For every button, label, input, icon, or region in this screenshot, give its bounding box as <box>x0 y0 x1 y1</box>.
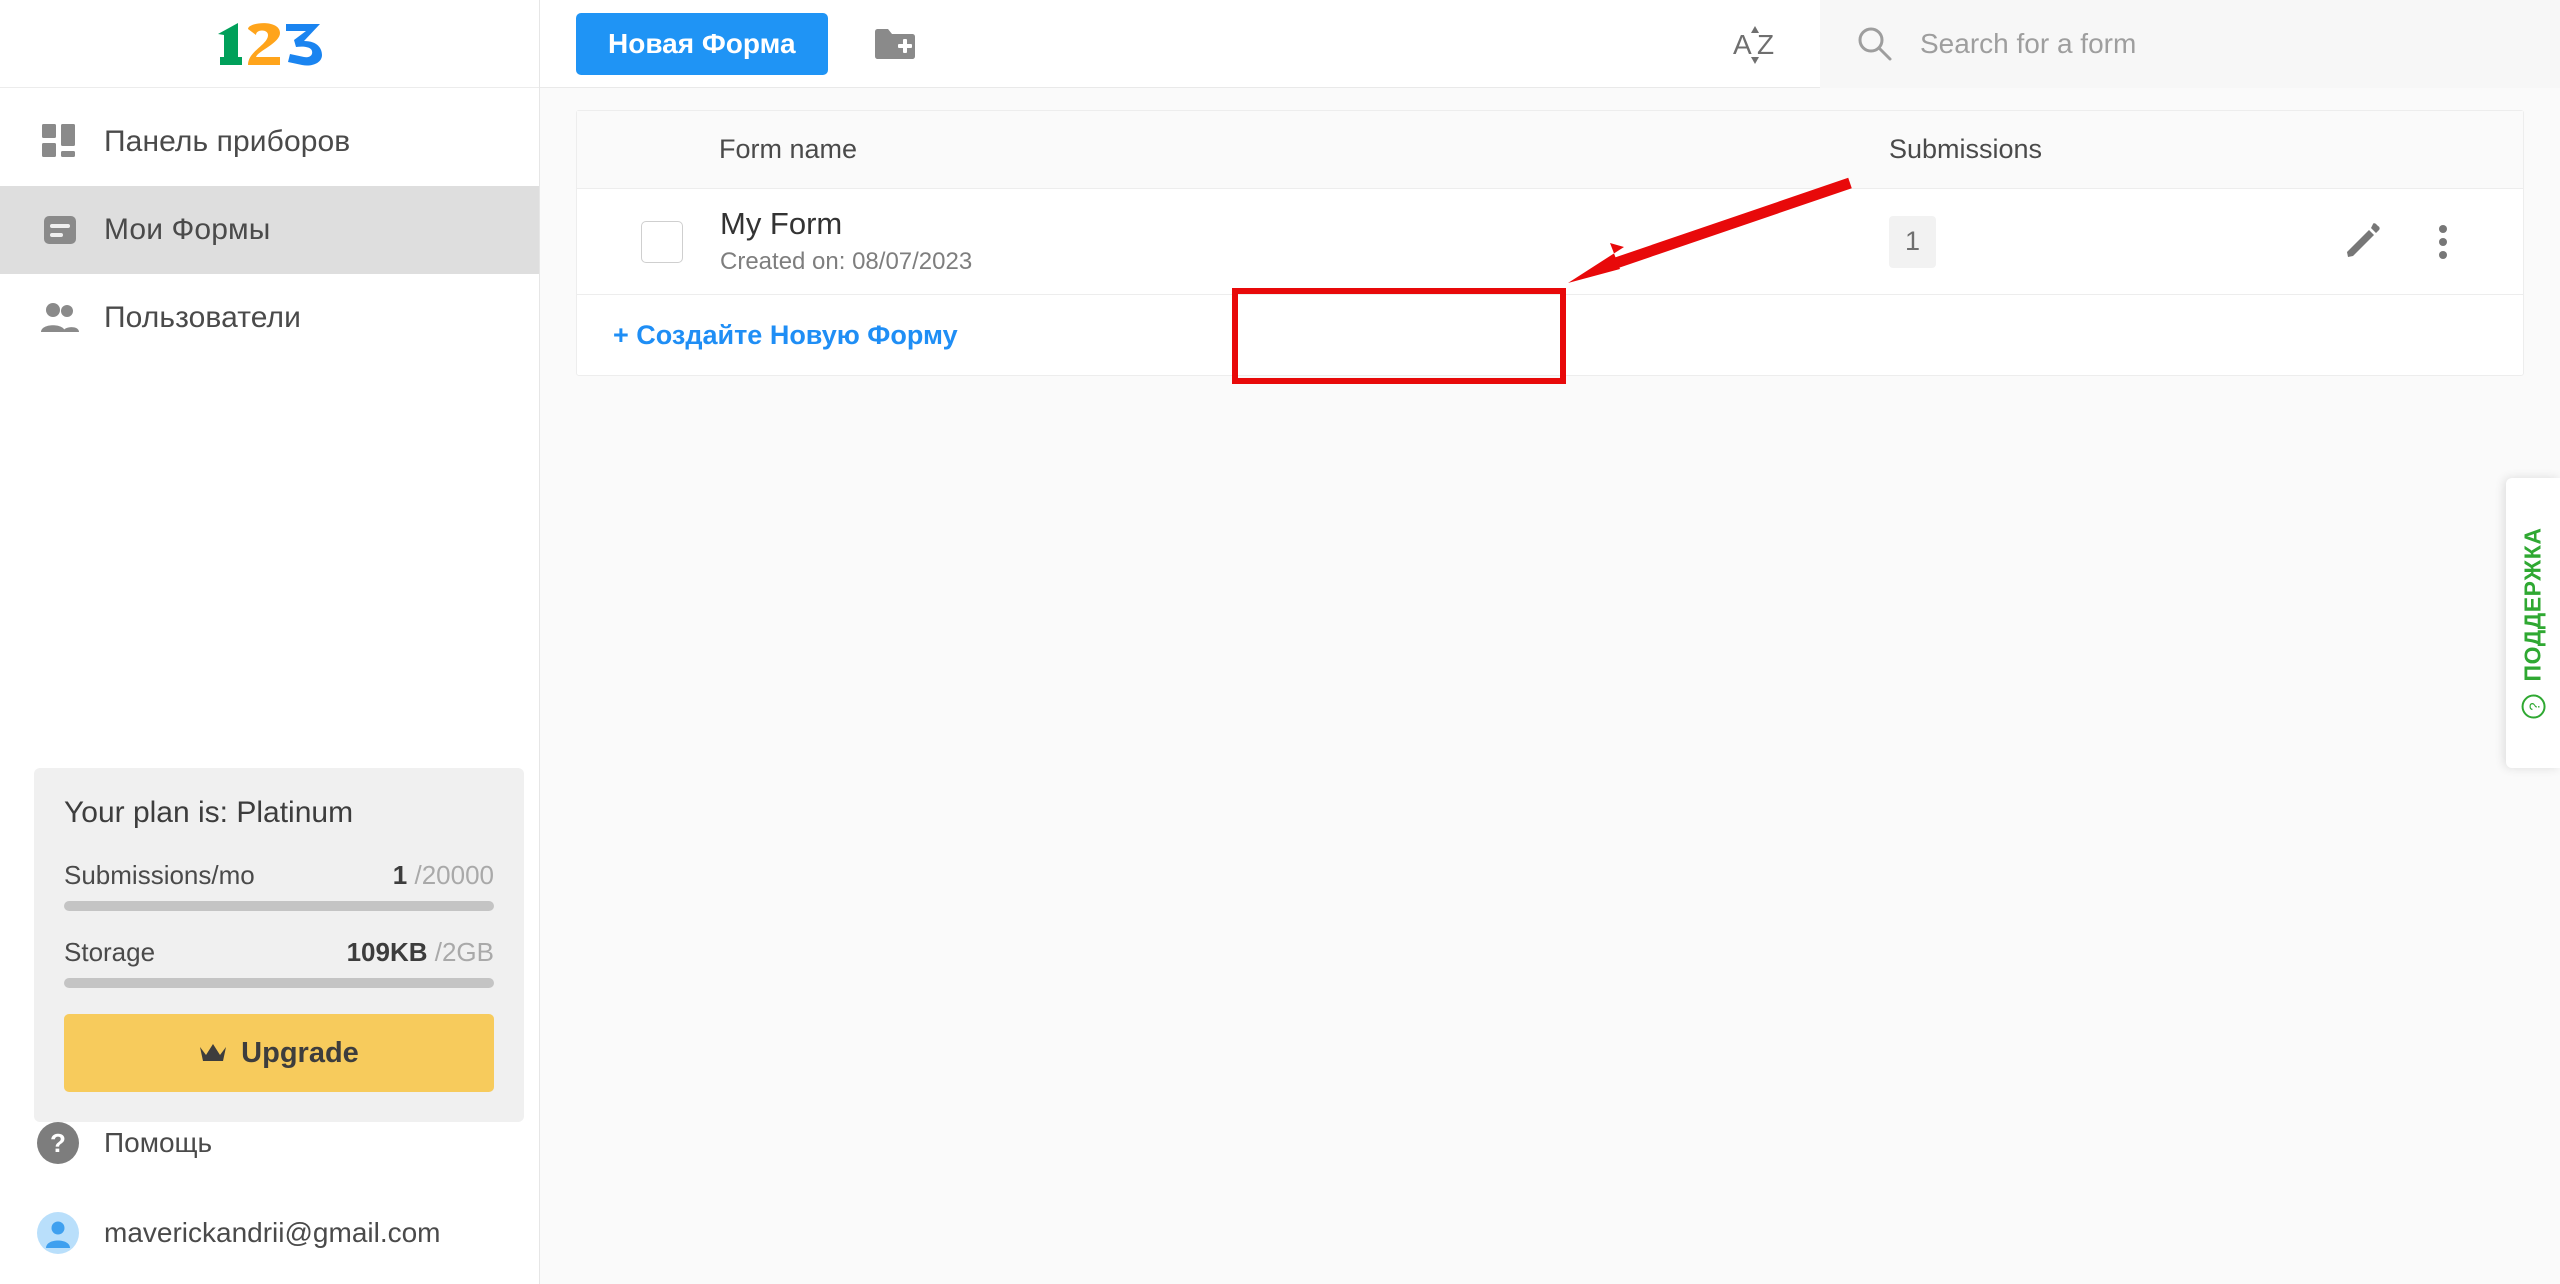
support-tab-label: ПОДДЕРЖКА <box>2519 526 2546 682</box>
main-area: Новая Форма A Z Search for a form Form n… <box>540 0 2560 1284</box>
folder-plus-icon <box>874 28 915 59</box>
app-root: Панель приборов Мои Формы Пользователи Y… <box>0 0 2560 1284</box>
plan-title: Your plan is: Platinum <box>64 796 354 829</box>
submissions-meter-track <box>64 901 494 911</box>
crown-icon <box>200 1044 227 1061</box>
account-link[interactable]: maverickandrii@gmail.com <box>34 1209 441 1257</box>
help-link[interactable]: ? Помощь <box>34 1119 212 1167</box>
storage-meter-track <box>64 978 494 988</box>
svg-text:Z: Z <box>1757 29 1774 60</box>
forms-document-icon <box>38 208 82 252</box>
upgrade-button[interactable]: Upgrade <box>64 1014 494 1092</box>
svg-text:?: ? <box>2526 702 2543 710</box>
sidebar-item-users[interactable]: Пользователи <box>0 274 539 362</box>
help-label: Помощь <box>104 1127 213 1158</box>
submissions-meter-row: Submissions/mo 1 /20000 <box>64 860 494 891</box>
create-new-form-row[interactable]: + Создайте Новую Форму <box>577 295 2523 375</box>
row-select-checkbox[interactable] <box>641 220 683 263</box>
sidebar-item-my-forms[interactable]: Мои Формы <box>0 186 539 274</box>
column-header-submissions: Submissions <box>1889 134 2043 164</box>
support-tab-inner: ? ПОДДЕРЖКА <box>2520 527 2547 719</box>
sidebar-item-dashboard[interactable]: Панель приборов <box>0 98 539 186</box>
sidebar-item-label: Панель приборов <box>104 125 351 158</box>
sidebar: Панель приборов Мои Формы Пользователи Y… <box>0 0 540 1284</box>
user-avatar-icon <box>34 1209 82 1257</box>
table-row[interactable]: My Form Created on: 08/07/2023 1 <box>577 189 2523 295</box>
search-icon <box>1858 27 1892 60</box>
users-group-icon <box>38 296 82 340</box>
sort-button[interactable]: A Z <box>1720 9 1790 79</box>
search-input[interactable] <box>1920 0 2560 88</box>
new-folder-button[interactable] <box>866 15 924 73</box>
row-more-menu-button[interactable] <box>2415 214 2471 270</box>
support-tab[interactable]: ? ПОДДЕРЖКА <box>2506 478 2560 768</box>
dashboard-grid-icon <box>38 120 82 164</box>
new-form-button[interactable]: Новая Форма <box>576 12 828 75</box>
logo-area <box>0 0 539 88</box>
plan-usage-card: Your plan is: Platinum Submissions/mo 1 … <box>34 768 524 1122</box>
svg-text:A: A <box>1733 29 1752 60</box>
svg-text:?: ? <box>50 1128 66 1158</box>
create-new-form-link[interactable]: + Создайте Новую Форму <box>613 320 958 351</box>
storage-meter-value: 109KB /2GB <box>346 937 494 967</box>
sidebar-item-label: Пользователи <box>104 301 302 334</box>
storage-meter-label: Storage <box>64 937 156 967</box>
forms-table: Form name Submissions My Form Created on… <box>576 110 2524 376</box>
form-name[interactable]: My Form <box>720 206 972 241</box>
123-form-builder-logo[interactable] <box>216 21 324 67</box>
question-circle-icon: ? <box>2521 694 2546 719</box>
storage-meter-row: Storage 109KB /2GB <box>64 937 494 968</box>
content-area: Form name Submissions My Form Created on… <box>540 88 2560 1284</box>
sidebar-item-label: Мои Формы <box>104 213 271 246</box>
more-vertical-icon <box>2439 224 2447 259</box>
search-box[interactable] <box>1820 0 2560 88</box>
submissions-meter-value: 1 /20000 <box>392 860 494 890</box>
column-header-form-name: Form name <box>719 134 858 164</box>
toolbar: Новая Форма A Z <box>540 0 2560 88</box>
account-email: maverickandrii@gmail.com <box>104 1217 441 1248</box>
form-created-date: Created on: 08/07/2023 <box>720 248 973 276</box>
edit-form-button[interactable] <box>2334 214 2390 270</box>
question-circle-icon: ? <box>34 1119 82 1167</box>
pencil-edit-icon <box>2347 222 2380 257</box>
sidebar-nav: Панель приборов Мои Формы Пользователи <box>0 88 539 362</box>
sort-alpha-az-icon: A Z <box>1733 25 1774 64</box>
row-name-block: My Form Created on: 08/07/2023 <box>720 206 973 276</box>
submissions-count-badge[interactable]: 1 <box>1889 215 1937 268</box>
submissions-meter-label: Submissions/mo <box>64 860 255 890</box>
table-header-row: Form name Submissions <box>577 111 2523 189</box>
upgrade-button-label: Upgrade <box>241 1036 359 1069</box>
